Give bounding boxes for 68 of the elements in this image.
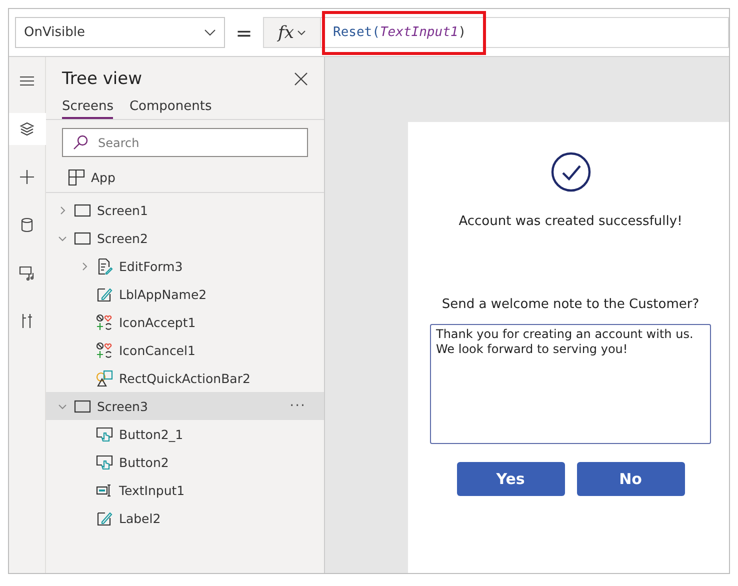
shapes-icon [96,370,113,386]
tree-item[interactable]: Button2 [46,448,324,476]
tree-item[interactable]: Label2 [46,504,324,532]
search-input[interactable]: Search [96,134,297,150]
tree-item[interactable]: LblAppName2 [46,280,324,308]
icons-icon [96,314,113,330]
tree-item-label: Button2_1 [119,426,184,442]
question-text: Send a welcome note to the Customer? [442,297,700,312]
more-button[interactable]: ··· [290,398,306,414]
tree-item-label: Label2 [119,510,161,526]
tree-item[interactable]: IconCancel1 [46,336,324,364]
tree-item-label: Screen1 [97,202,148,218]
check-circle-icon [550,152,590,192]
label-icon [96,286,113,302]
text-input-icon [96,482,113,498]
answer-button[interactable]: No [576,462,684,496]
success-message: Account was created successfully! [458,214,682,229]
cylinder-icon [19,217,35,233]
tree-item-label: Screen2 [97,230,148,246]
tree-item[interactable]: App [46,163,324,193]
tree-item[interactable]: EditForm3 [46,252,324,280]
chevron-down-icon[interactable] [58,402,66,410]
layers-icon [19,121,35,137]
tree-item-label: LblAppName2 [119,286,207,302]
plus-icon [19,169,35,185]
tree-item[interactable]: TextInput1 [46,476,324,504]
equals-sign: = [234,20,254,44]
screen-icon [74,202,91,218]
tree-item[interactable]: Screen3 ··· [46,392,324,420]
search-icon [73,135,88,150]
search-field[interactable]: Search [62,128,308,157]
tree-item[interactable]: RectQuickActionBar2 [46,364,324,392]
tab[interactable]: Components [129,97,212,119]
panel-title: Tree view [62,69,142,89]
chevron-right-icon[interactable] [80,262,88,270]
tree-item-label: App [91,170,116,185]
chevron-down-icon [296,30,306,36]
button-icon [96,426,113,442]
tree-item-label: EditForm3 [119,258,183,274]
tree-item-label: IconAccept1 [119,314,196,330]
note-text-area[interactable]: Thank you for creating an account with us. We look forward to serving you! [430,324,711,444]
chevron-right-icon[interactable] [58,206,66,214]
answer-button[interactable]: Yes [456,462,564,496]
tree-item[interactable]: Button2_1 [46,420,324,448]
property-dropdown[interactable]: OnVisible [15,17,225,48]
tree-item[interactable]: Screen2 [46,224,324,252]
button-icon [96,454,113,470]
tree-item[interactable]: IconAccept1 [46,308,324,336]
tree-item-label: IconCancel1 [119,342,196,358]
fx-button[interactable]: fx [263,17,321,48]
app-icon [68,169,85,186]
tree-item[interactable]: Screen1 [46,196,324,224]
form-icon [96,258,113,274]
tab[interactable]: Screens [62,97,114,119]
chevron-down-icon[interactable] [58,234,66,242]
label-icon [96,510,113,526]
chevron-down-icon [204,28,216,36]
icons-icon [96,342,113,358]
close-icon[interactable] [294,72,308,86]
rail-button[interactable] [9,113,46,145]
screen-icon [74,230,91,246]
tree-item-label: TextInput1 [119,482,185,498]
screen-icon [74,398,91,414]
media-icon [19,265,35,281]
formula-field[interactable]: Reset(TextInput1) [321,17,729,48]
tree-item-label: Button2 [119,454,169,470]
tree-item-label: RectQuickActionBar2 [119,370,250,386]
tree-item-label: Screen3 [97,398,148,414]
